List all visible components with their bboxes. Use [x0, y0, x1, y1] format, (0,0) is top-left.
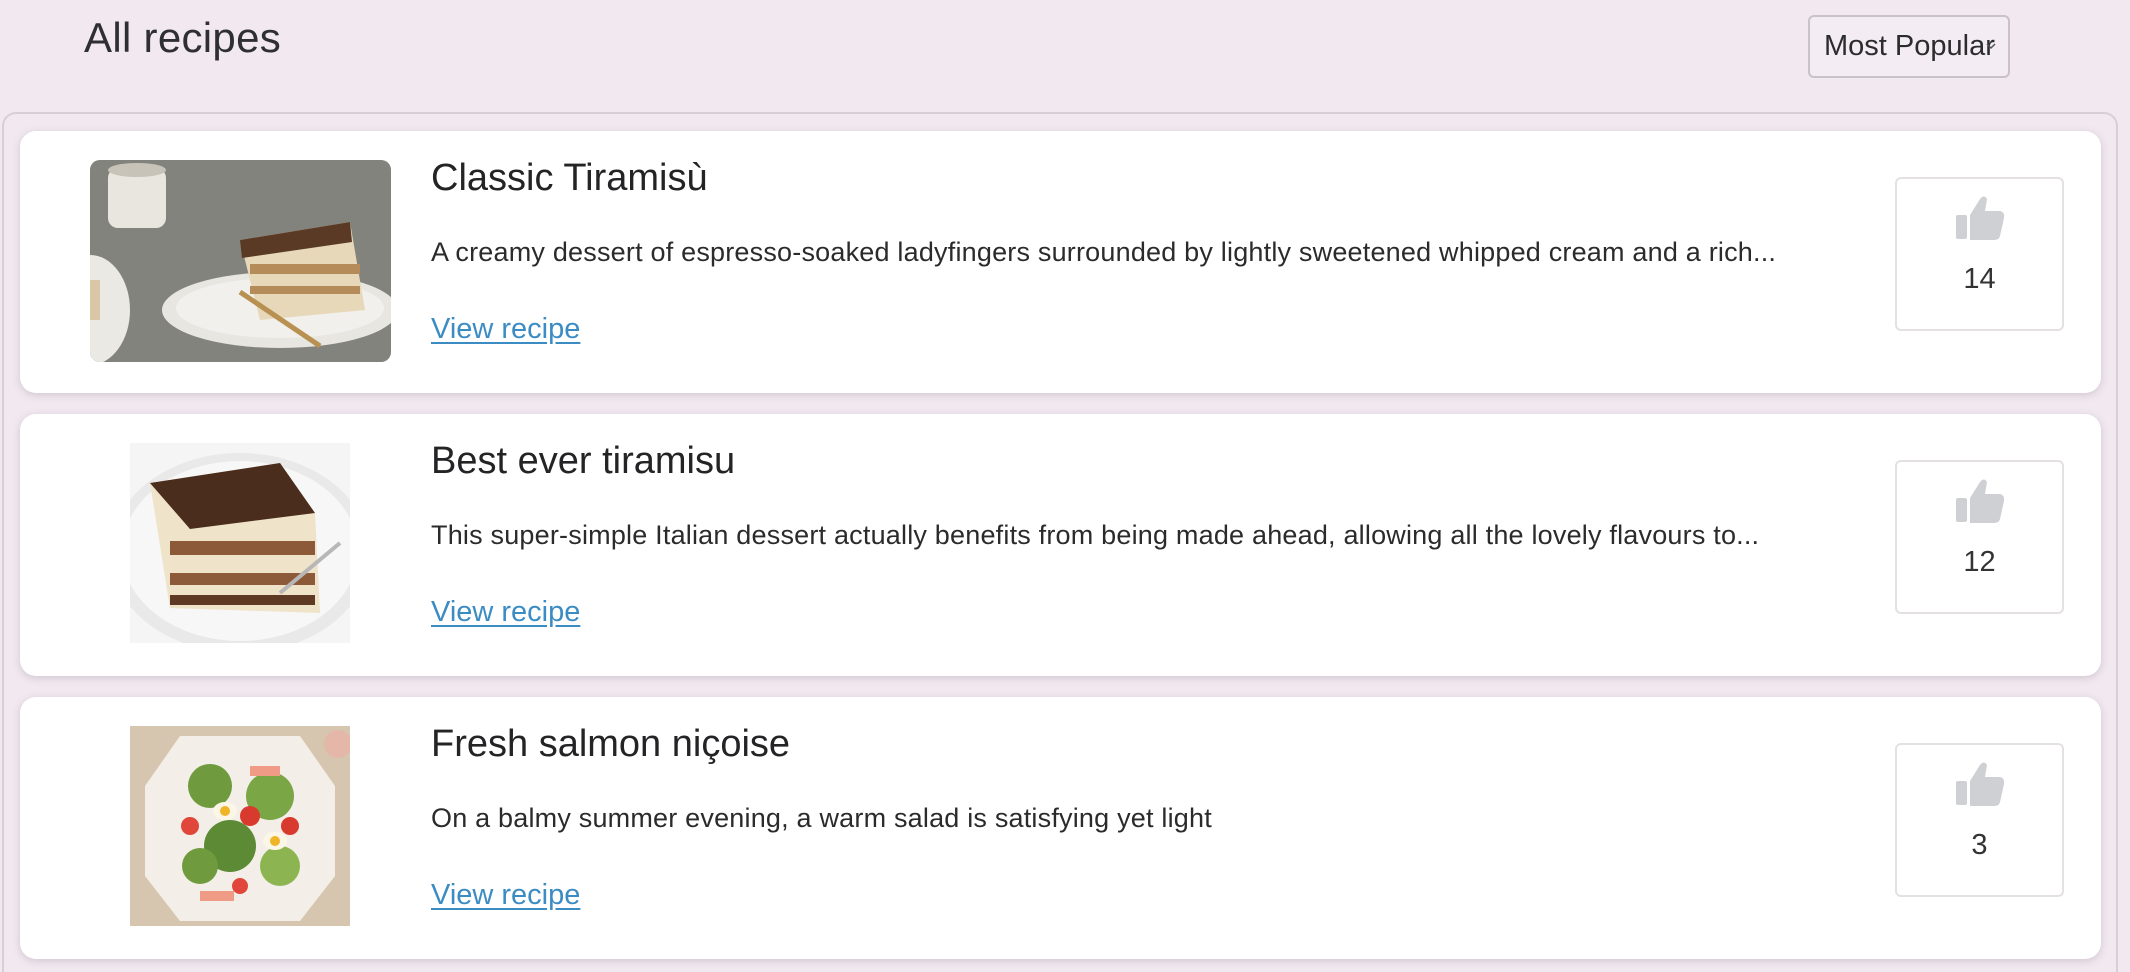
view-recipe-link[interactable]: View recipe: [431, 313, 580, 346]
recipe-image[interactable]: [90, 160, 391, 362]
recipe-card: Fresh salmon niçoise On a balmy summer e…: [20, 697, 2101, 959]
header: All recipes Most Popular: [0, 0, 2130, 112]
recipe-title: Fresh salmon niçoise: [431, 723, 791, 765]
page-title: All recipes: [84, 14, 282, 61]
view-recipe-link[interactable]: View recipe: [431, 596, 580, 629]
thumbs-up-icon: [1956, 762, 2005, 806]
thumbs-up-icon: [1956, 196, 2005, 240]
recipe-image[interactable]: [130, 726, 350, 926]
recipe-title: Best ever tiramisu: [431, 440, 736, 482]
chevron-down-icon: [1986, 43, 1996, 50]
like-count: 12: [1963, 546, 1996, 578]
thumbs-up-icon: [1956, 479, 2005, 523]
sort-selected-value: Most Popular: [1824, 30, 1995, 62]
recipe-card: Classic Tiramisù A creamy dessert of esp…: [20, 131, 2101, 393]
view-recipe-link[interactable]: View recipe: [431, 879, 580, 912]
recipe-card: Best ever tiramisu This super-simple Ita…: [20, 414, 2101, 676]
like-button[interactable]: 12: [1895, 460, 2064, 614]
like-count: 3: [1971, 829, 1988, 861]
recipe-image[interactable]: [130, 443, 350, 643]
recipe-description: This super-simple Italian dessert actual…: [431, 520, 1760, 550]
recipe-title: Classic Tiramisù: [431, 157, 708, 199]
recipe-list: Classic Tiramisù A creamy dessert of esp…: [2, 112, 2118, 972]
like-count: 14: [1963, 263, 1996, 295]
like-button[interactable]: 14: [1895, 177, 2064, 331]
sort-dropdown[interactable]: Most Popular: [1808, 15, 2010, 78]
recipe-description: On a balmy summer evening, a warm salad …: [431, 803, 1212, 833]
like-button[interactable]: 3: [1895, 743, 2064, 897]
recipe-description: A creamy dessert of espresso-soaked lady…: [431, 237, 1777, 267]
